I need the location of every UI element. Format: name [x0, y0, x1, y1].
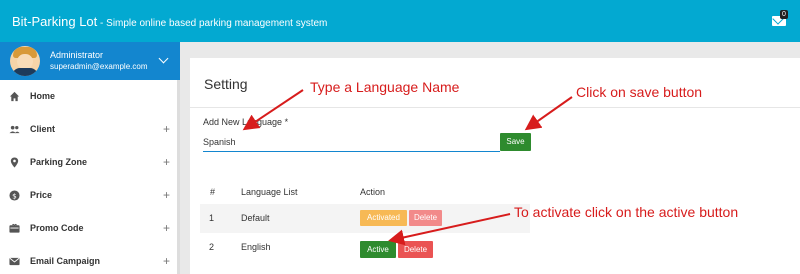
expand-plus-icon[interactable]: + [163, 188, 170, 202]
home-icon [9, 91, 20, 102]
app-title[interactable]: Bit-Parking Lot - Simple online based pa… [12, 14, 327, 29]
sidebar-item-label: Home [30, 91, 56, 101]
language-field-label: Add New Language * [203, 117, 289, 127]
avatar [10, 46, 40, 76]
expand-plus-icon[interactable]: + [163, 155, 170, 169]
annotation-click-save: Click on save button [576, 84, 703, 100]
sidebar-item-label: Email Campaign [30, 256, 101, 266]
expand-plus-icon[interactable]: + [163, 254, 170, 268]
sidebar: Administrator superadmin@example.com Hom… [0, 42, 180, 274]
language-name: English [241, 242, 271, 252]
sidebar-item-price[interactable]: $ Price + [0, 179, 180, 212]
gift-card-icon [9, 223, 20, 233]
activated-button[interactable]: Activated [360, 210, 407, 226]
brand-name: Bit-Parking Lot [12, 14, 98, 29]
settings-panel: Setting Add New Language * Save # Langua… [190, 58, 800, 274]
location-pin-icon [10, 157, 19, 168]
sidebar-scrollbar[interactable] [177, 80, 180, 274]
annotation-type-language: Type a Language Name [310, 79, 460, 95]
active-button[interactable]: Active [360, 241, 396, 258]
sidebar-item-label: Promo Code [30, 223, 84, 233]
column-header-action: Action [360, 187, 386, 197]
user-name: Administrator [50, 50, 104, 60]
delete-button[interactable]: Delete [409, 210, 442, 226]
sidebar-item-email-campaign[interactable]: Email Campaign + [0, 245, 180, 274]
sidebar-item-promo-code[interactable]: Promo Code + [0, 212, 180, 245]
envelope-icon [9, 257, 20, 266]
page-title: Setting [204, 76, 248, 92]
save-button[interactable]: Save [500, 133, 531, 151]
sidebar-item-home[interactable]: Home [0, 80, 180, 113]
svg-text:$: $ [12, 191, 17, 200]
expand-plus-icon[interactable]: + [163, 221, 170, 235]
column-header-number: # [210, 187, 216, 197]
row-number: 1 [209, 213, 215, 223]
divider [190, 107, 800, 108]
people-icon [9, 125, 20, 134]
chevron-down-icon[interactable] [158, 53, 169, 64]
mail-count-badge: 0 [780, 10, 788, 19]
expand-plus-icon[interactable]: + [163, 122, 170, 136]
table-row: 2 English Active Delete [200, 233, 530, 262]
user-email: superadmin@example.com [50, 62, 148, 71]
sidebar-item-client[interactable]: Client + [0, 113, 180, 146]
sidebar-item-label: Price [30, 190, 53, 200]
sidebar-item-label: Client [30, 124, 56, 134]
annotation-activate: To activate click on the active button [514, 204, 739, 220]
table-row: 1 Default Activated Delete [200, 204, 530, 233]
language-name: Default [241, 213, 270, 223]
top-bar: Bit-Parking Lot - Simple online based pa… [0, 0, 800, 42]
user-profile[interactable]: Administrator superadmin@example.com [0, 42, 180, 80]
row-number: 2 [209, 242, 215, 252]
delete-button[interactable]: Delete [398, 241, 433, 258]
column-header-language: Language List [241, 187, 298, 197]
dollar-icon: $ [9, 190, 20, 201]
sidebar-item-label: Parking Zone [30, 157, 88, 167]
brand-tagline: - Simple online based parking management… [97, 18, 328, 29]
language-name-input[interactable] [203, 132, 500, 152]
sidebar-item-parking-zone[interactable]: Parking Zone + [0, 146, 180, 179]
